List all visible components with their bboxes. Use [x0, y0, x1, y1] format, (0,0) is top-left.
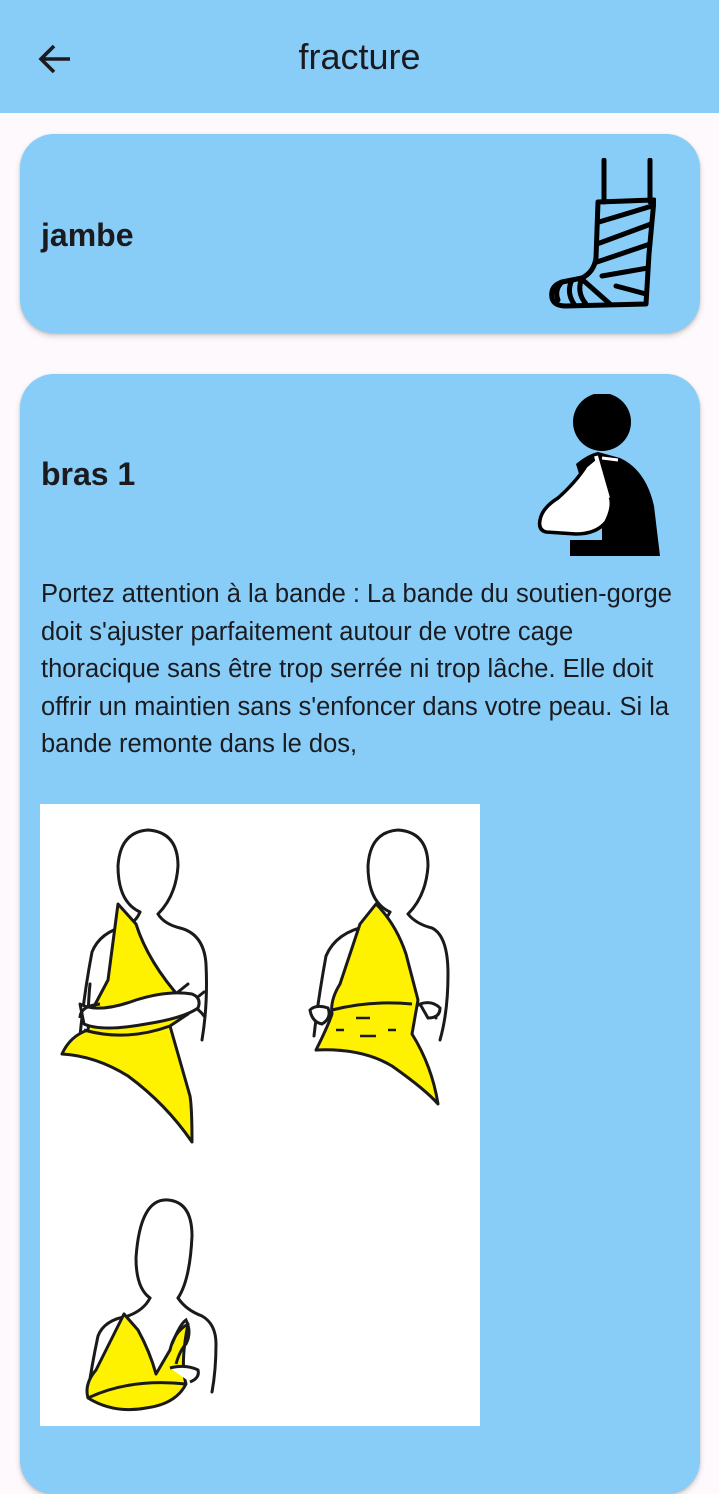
- card-bras-1[interactable]: bras 1 Portez attention à la bande : La …: [20, 374, 700, 1494]
- arm-sling-illustration: [40, 804, 480, 1426]
- card-title: bras 1: [41, 456, 136, 492]
- arm-sling-person-icon: [537, 394, 660, 556]
- leg-cast-icon: [549, 158, 656, 309]
- card-jambe[interactable]: jambe: [20, 134, 700, 333]
- app-bar: fracture: [0, 0, 719, 113]
- page-title: fracture: [298, 36, 421, 77]
- card-title: jambe: [41, 217, 134, 253]
- card-description: Portez attention à la bande : La bande d…: [41, 580, 672, 759]
